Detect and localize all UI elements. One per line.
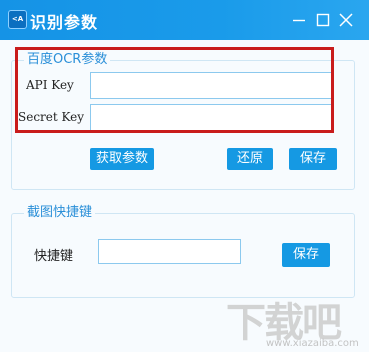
close-icon[interactable] <box>338 12 354 28</box>
get-params-button[interactable]: 获取参数 <box>90 148 154 170</box>
title-bar[interactable]: <A 识别参数 <box>0 0 369 40</box>
minimize-icon[interactable] <box>291 12 307 28</box>
ocr-settings-window: <A 识别参数 百度OCR参数 API Key Secret Key 获取参数 … <box>0 0 369 352</box>
save-params-button[interactable]: 保存 <box>289 148 337 170</box>
hotkey-input[interactable] <box>98 239 241 264</box>
hotkey-label: 快捷键 <box>34 249 74 264</box>
maximize-icon[interactable] <box>315 12 331 28</box>
watermark: 下载吧 www.xiazaiba.com <box>226 286 368 352</box>
hotkey-group-legend: 截图快捷键 <box>24 205 96 221</box>
save-hotkey-button[interactable]: 保存 <box>282 243 330 267</box>
watermark-url: www.xiazaiba.com <box>266 338 359 349</box>
app-icon: <A <box>8 10 27 29</box>
restore-button[interactable]: 还原 <box>227 148 273 170</box>
highlight-box <box>15 47 334 133</box>
window-title: 识别参数 <box>30 13 99 32</box>
